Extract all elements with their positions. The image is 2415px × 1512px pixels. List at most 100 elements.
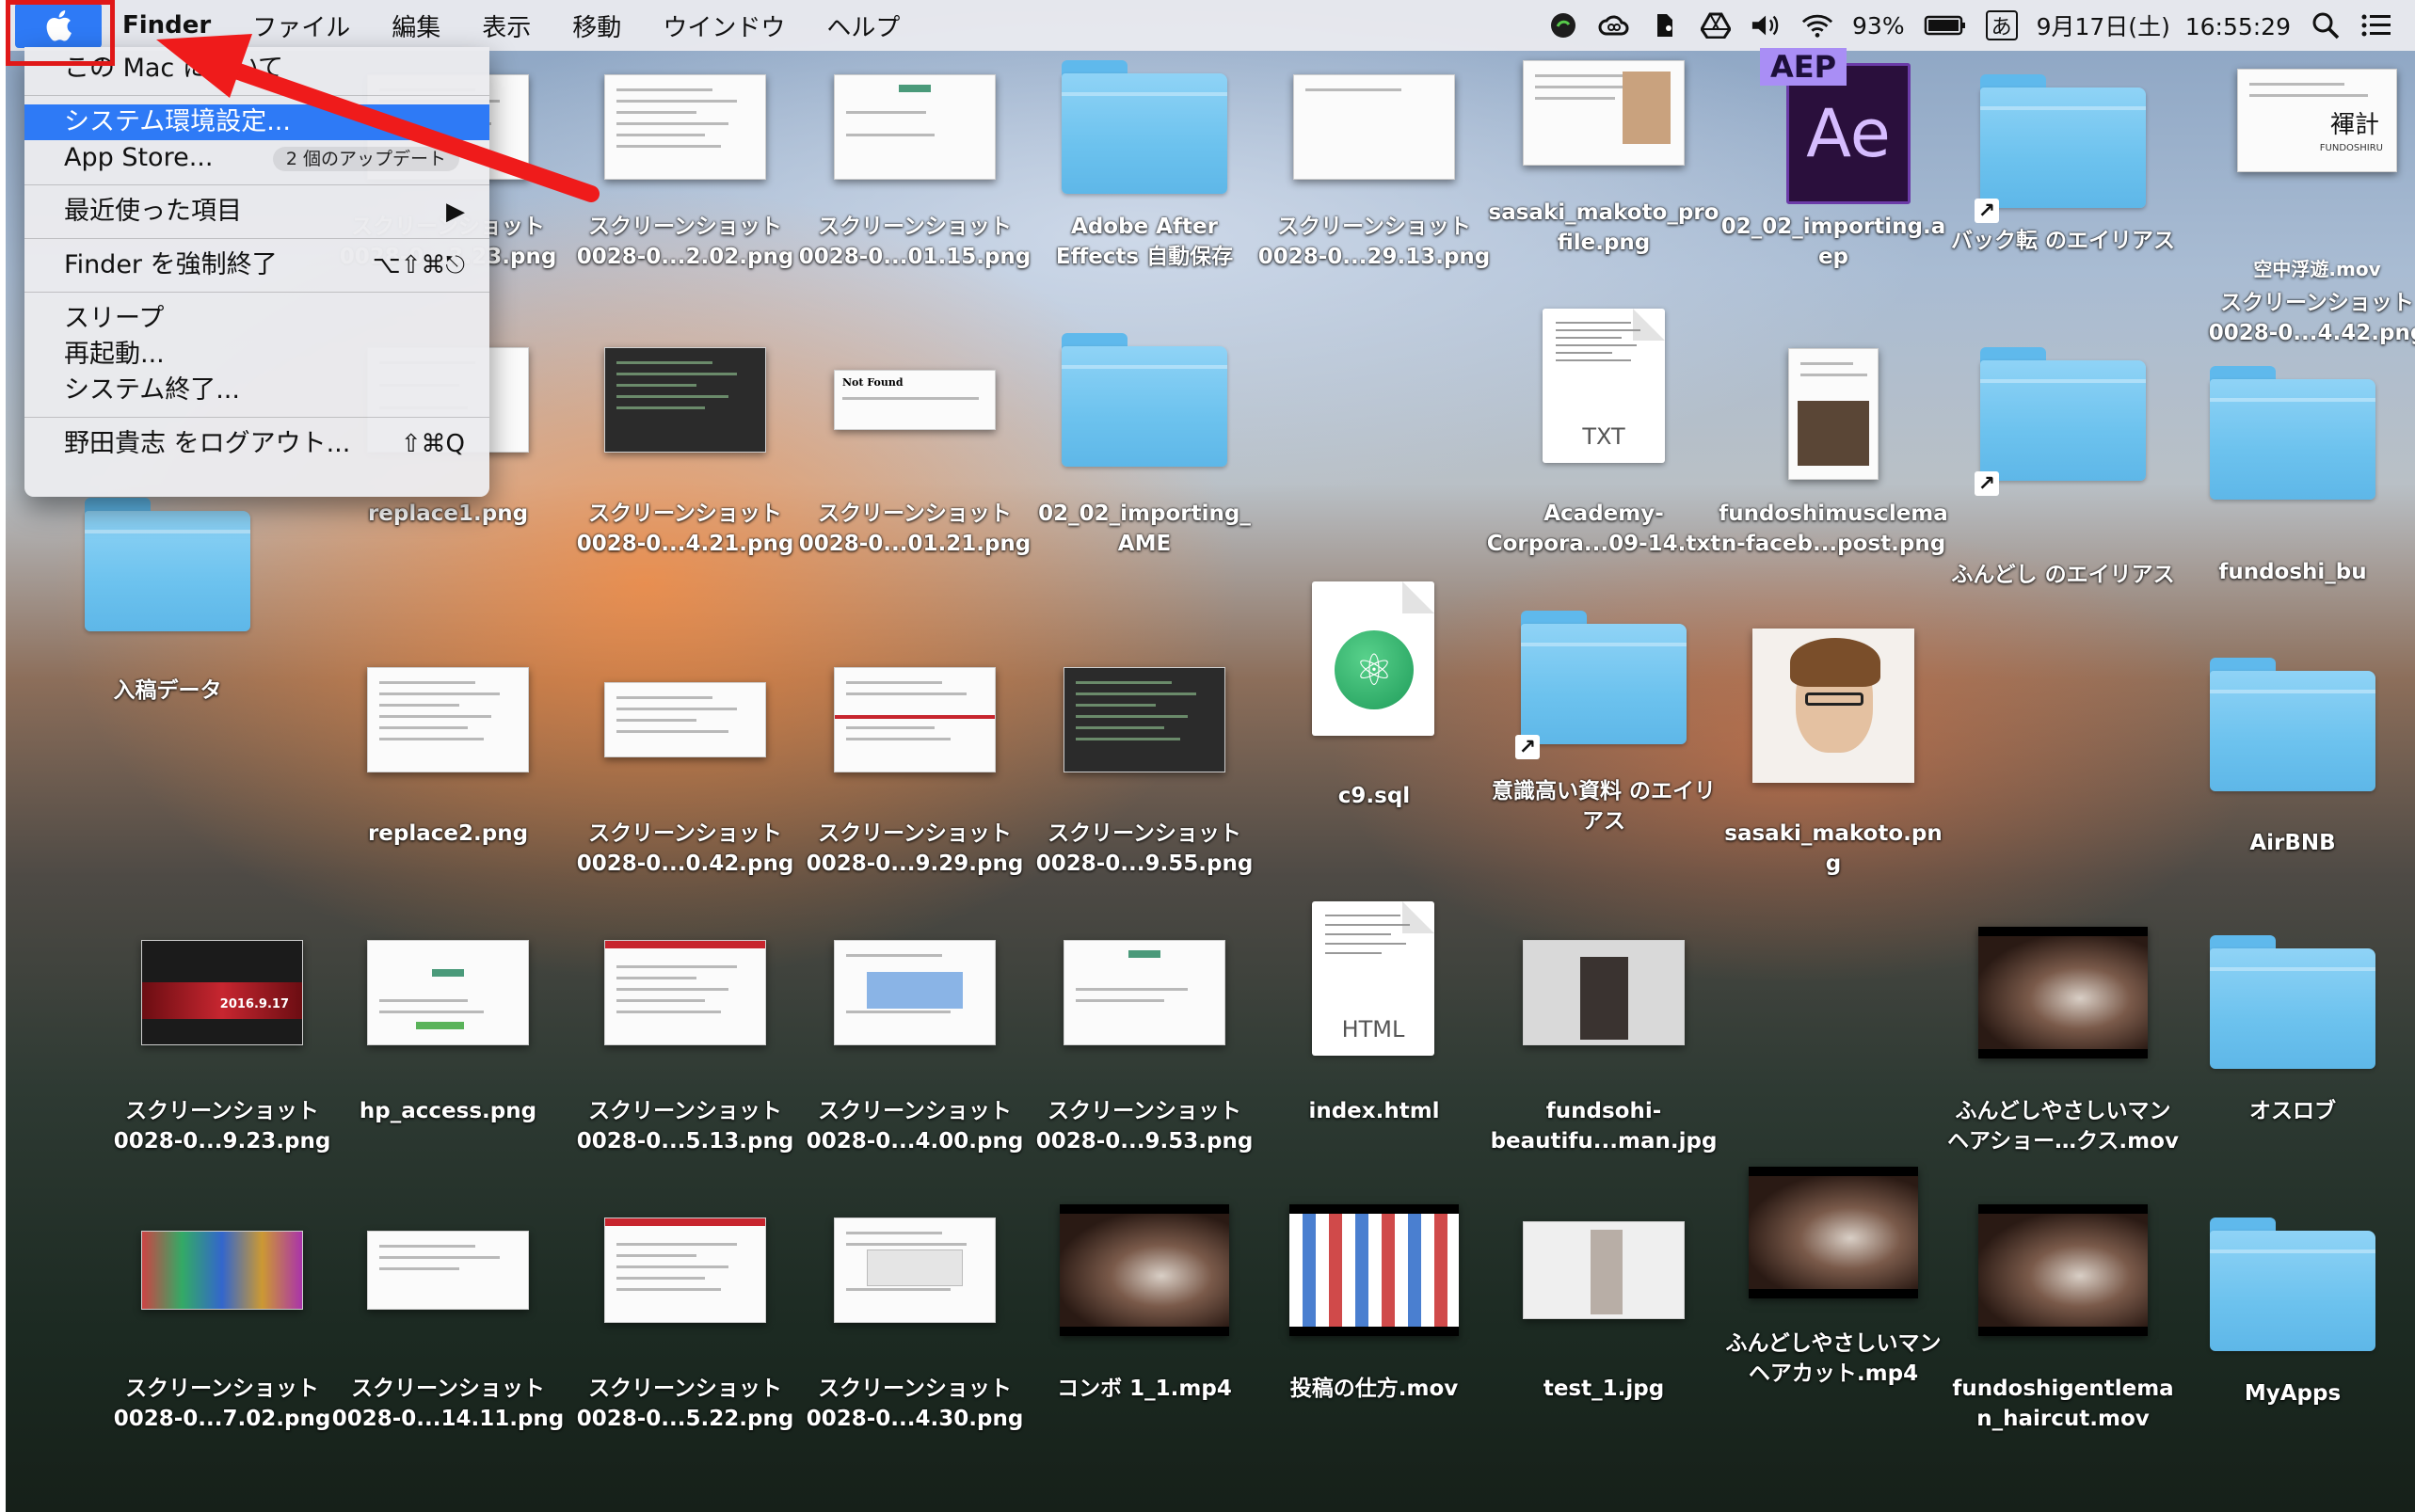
icon-label: 02_02_importing_ AME (1038, 501, 1251, 556)
evernote-icon[interactable] (1649, 11, 1681, 40)
volume-icon[interactable] (1751, 11, 1783, 40)
battery-icon[interactable] (1924, 11, 1967, 40)
clock[interactable]: 9月17日(土) 16:55:29 (2037, 8, 2291, 42)
desktop-icon-screenshot[interactable]: スクリーンショット 0028-0...5.13.png (572, 917, 798, 1154)
desktop-icon-haircut-mov[interactable]: fundoshigentlema n_haircut.mov (1950, 1195, 2176, 1431)
battery-percent[interactable]: 93% (1852, 12, 1905, 40)
desktop-alias-folder[interactable]: ↗ バック転 のエイリアス (1950, 66, 2176, 301)
icon-label: スクリーンショット 0028-0...4.00.png (806, 1099, 1024, 1154)
desktop-icon-beautiful-man[interactable]: fundsohi- beautifu...man.jpg (1491, 917, 1717, 1154)
alias-arrow-icon: ↗ (1515, 735, 1540, 759)
menu-item-shutdown[interactable]: システム終了... (24, 373, 489, 408)
icon-label: スクリーンショット 0028-0...0.42.png (576, 821, 794, 876)
icon-label: スクリーンショット 0028-0...29.13.png (1257, 215, 1491, 269)
desktop-icon-screenshot[interactable]: スクリーンショット 0028-0...14.11.png (332, 1195, 564, 1431)
menu-item-logout[interactable]: 野田貴志 をログアウト... ⇧⌘Q (24, 426, 489, 462)
desktop-icon-txt-file[interactable]: TXT Academy- Corpora...09-14.txt (1487, 301, 1720, 556)
menu-item-force-quit[interactable]: Finder を強制終了 ⌥⇧⌘⎋ (24, 247, 489, 283)
menu-item-app-store[interactable]: App Store... 2 個のアップデート (24, 140, 489, 176)
menu-window[interactable]: ウインドウ (642, 8, 806, 43)
icon-label: コンボ 1_1.mp4 (1057, 1377, 1232, 1401)
video-thumbnail (1749, 1167, 1918, 1298)
desktop-alias-fundoshi[interactable]: ↗ ふんどし のエイリアス (1950, 339, 2176, 587)
desktop-icon-screenshot[interactable]: スクリーンショット 0028-0...4.30.png (802, 1195, 1028, 1431)
desktop-icon-screenshot[interactable]: スクリーンショット 0028-0...2.02.png (572, 52, 798, 287)
desktop-icon-screenshot[interactable]: スクリーンショット 0028-0...01.15.png (799, 52, 1031, 287)
desktop-icon-screenshot[interactable]: スクリーンショット 0028-0...7.02.png (109, 1195, 335, 1431)
desktop-icon-screenshot[interactable]: スクリーンショット 0028-0...4.00.png (802, 917, 1028, 1154)
desktop-icon-combo-movie[interactable]: コンボ 1_1.mp4 (1032, 1195, 1257, 1430)
icon-label: スクリーンショット 0028-0...4.21.png (576, 501, 794, 556)
desktop-icon-hairshow-movie[interactable]: ふんどしやさしいマン ヘアショー…クス.mov (1947, 917, 2179, 1154)
desktop-icon-screenshot[interactable]: 2016.9.17 スクリーンショット 0028-0...9.23.png (109, 917, 335, 1154)
alias-arrow-icon: ↗ (1975, 199, 1999, 223)
desktop-folder-adobe-autosave[interactable]: Adobe After Effects 自動保存 (1032, 52, 1257, 287)
desktop-icon-screenshot[interactable]: スクリーンショット 0028-0...9.53.png (1032, 917, 1257, 1154)
icon-label: ふんどし のエイリアス (1951, 563, 2175, 587)
icon-label: スクリーンショット 0028-0...4.42.png (2208, 291, 2415, 345)
desktop-icon-replace2[interactable]: replace2.png (335, 645, 561, 880)
desktop-icon-html-file[interactable]: HTML index.html (1261, 894, 1487, 1129)
desktop-icon-facebook-post[interactable]: fundoshimusclema n-faceb...post.png (1719, 339, 1948, 574)
desktop-folder-oslob[interactable]: オスロブ (2180, 927, 2406, 1162)
google-drive-icon[interactable] (1700, 11, 1732, 40)
icon-label: Academy- Corpora...09-14.txt (1486, 501, 1721, 556)
menu-view[interactable]: 表示 (461, 8, 552, 43)
menu-edit[interactable]: 編集 (371, 8, 461, 43)
app-store-label: App Store... (64, 143, 214, 172)
desktop-icon-screenshot[interactable]: スクリーンショット 0028-0...9.55.png (1032, 645, 1257, 880)
desktop-icon-aep-file[interactable]: Ae AEP 02_02_importing.a ep (1720, 48, 1946, 287)
desktop-icon-test-jpg[interactable]: test_1.jpg (1491, 1195, 1717, 1430)
desktop-icon-howto-movie[interactable]: 投稿の仕方.mov (1261, 1195, 1487, 1430)
icon-label: スクリーンショット 0028-0...14.11.png (331, 1377, 565, 1431)
icon-label: replace2.png (367, 821, 529, 846)
desktop-icon-screenshot[interactable]: スクリーンショット 0028-0...29.13.png (1258, 52, 1490, 287)
menu-item-recent-items[interactable]: 最近使った項目 ▶ (24, 194, 489, 230)
wifi-icon[interactable] (1801, 11, 1833, 40)
menu-finder[interactable]: Finder (102, 11, 232, 40)
desktop-folder-importing-ame[interactable]: 02_02_importing_ AME (1032, 325, 1257, 560)
menu-item-sleep[interactable]: スリープ (24, 301, 489, 337)
icon-label: fundsohi- beautifu...man.jpg (1490, 1099, 1718, 1154)
desktop-alias-presentation[interactable]: ↗ 意識高い資料 のエイリ アス (1491, 602, 1717, 837)
icon-label: スクリーンショット 0028-0...9.29.png (806, 821, 1024, 876)
desktop-icon-sql-file[interactable]: ⚛ c9.sql (1261, 574, 1487, 809)
input-method-indicator[interactable]: あ (1985, 10, 2018, 40)
icon-label: test_1.jpg (1543, 1377, 1665, 1401)
notification-center-icon[interactable] (2360, 11, 2392, 40)
desktop-icon-screenshot[interactable]: スクリーンショット 0028-0...4.21.png (572, 325, 798, 560)
portrait-thumbnail (1752, 629, 1914, 783)
icon-label: sasaki_makoto.pn g (1724, 821, 1943, 876)
desktop-icon-profile-png[interactable]: sasaki_makoto_pro file.png (1489, 38, 1719, 273)
text-document-icon: TXT (1543, 309, 1665, 463)
desktop: Finder ファイル 編集 表示 移動 ウインドウ ヘルプ 93% あ 9月1… (6, 0, 2415, 1512)
spotlight-search-icon[interactable] (2310, 11, 2342, 40)
desktop-icon-screenshot[interactable]: スクリーンショット 0028-0...0.42.png (572, 645, 798, 880)
icon-label: ふんどしやさしいマン ヘアカット.mp4 (1725, 1331, 1942, 1386)
icon-label: 02_02_importing.a ep (1720, 215, 1946, 269)
creative-cloud-icon[interactable] (1598, 11, 1630, 40)
folder-icon (1062, 333, 1227, 467)
icon-label: hp_access.png (359, 1099, 537, 1123)
desktop-icon-haircut-mp4[interactable]: ふんどしやさしいマン ヘアカット.mp4 (1720, 1157, 1946, 1393)
force-quit-label: Finder を強制終了 (64, 250, 278, 279)
icon-label: ふんどしやさしいマン ヘアショー…クス.mov (1947, 1099, 2179, 1154)
desktop-icon-hp-access[interactable]: hp_access.png (335, 917, 561, 1153)
desktop-folder-myapps[interactable]: MyApps (2180, 1209, 2406, 1444)
desktop-icon-screenshot-png[interactable]: 褌計 FUNDOSHIRU スクリーンショット 0028-0...4.42.pn… (2204, 45, 2415, 345)
menu-file[interactable]: ファイル (232, 8, 371, 43)
desktop-folder-fundoshi-bu[interactable]: fundoshi_bu (2180, 358, 2406, 593)
desktop-folder-airbnb[interactable]: AirBNB (2180, 649, 2406, 884)
desktop-icon-screenshot[interactable]: スクリーンショット 0028-0...9.29.png (802, 645, 1028, 880)
icon-label: スクリーンショット 0028-0...5.13.png (576, 1099, 794, 1154)
menu-item-restart[interactable]: 再起動... (24, 337, 489, 373)
submenu-arrow-icon: ▶ (446, 198, 465, 226)
desktop-icon-screenshot[interactable]: スクリーンショット 0028-0...5.22.png (572, 1195, 798, 1431)
desktop-folder-submission-data[interactable]: 入稿データ (55, 489, 280, 724)
desktop-icon-portrait[interactable]: sasaki_makoto.pn g (1720, 629, 1946, 876)
evernote-clipper-icon[interactable] (1547, 11, 1579, 40)
menu-go[interactable]: 移動 (552, 8, 642, 43)
menu-help[interactable]: ヘルプ (806, 8, 920, 43)
desktop-icon-screenshot[interactable]: Not Found スクリーンショット 0028-0...01.21.png (799, 325, 1031, 560)
menu-item-system-preferences[interactable]: システム環境設定... (24, 104, 489, 140)
